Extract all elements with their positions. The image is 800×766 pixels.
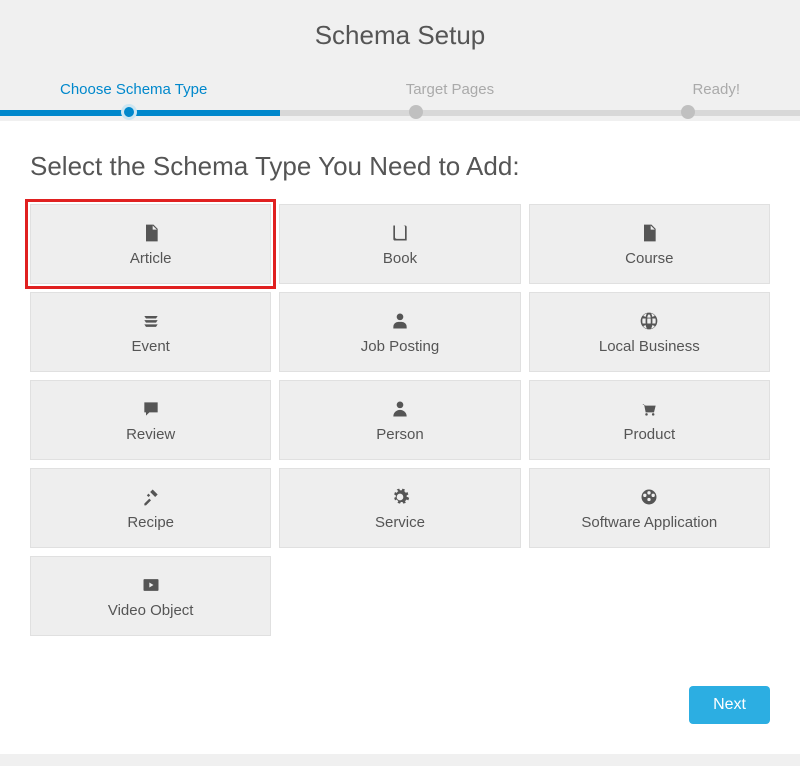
event-icon — [140, 310, 162, 332]
article-icon — [140, 222, 162, 244]
stepper: Choose Schema Type Target Pages Ready! — [0, 81, 800, 121]
tile-recipe[interactable]: Recipe — [30, 468, 271, 548]
tile-label: Local Business — [599, 338, 700, 355]
software-application-icon — [638, 486, 660, 508]
next-button[interactable]: Next — [689, 686, 770, 724]
product-icon — [638, 398, 660, 420]
course-icon — [638, 222, 660, 244]
tile-label: Service — [375, 514, 425, 531]
wizard-header: Schema Setup Choose Schema Type Target P… — [0, 0, 800, 121]
job-posting-icon — [389, 310, 411, 332]
tile-label: Video Object — [108, 602, 194, 619]
step-label-target-pages[interactable]: Target Pages — [406, 81, 494, 98]
schema-grid: Article Book Course Event — [30, 204, 770, 636]
service-icon — [389, 486, 411, 508]
step-progress-bar — [0, 110, 800, 116]
tile-label: Event — [131, 338, 169, 355]
tile-review[interactable]: Review — [30, 380, 271, 460]
tile-product[interactable]: Product — [529, 380, 770, 460]
tile-book[interactable]: Book — [279, 204, 520, 284]
local-business-icon — [638, 310, 660, 332]
tile-software-application[interactable]: Software Application — [529, 468, 770, 548]
tile-label: Person — [376, 426, 424, 443]
step-dot-3[interactable] — [681, 105, 695, 119]
tile-person[interactable]: Person — [279, 380, 520, 460]
schema-setup-wizard: Schema Setup Choose Schema Type Target P… — [0, 0, 800, 754]
book-icon — [389, 222, 411, 244]
tile-article[interactable]: Article — [30, 204, 271, 284]
step-label-ready[interactable]: Ready! — [692, 81, 740, 98]
person-icon — [389, 398, 411, 420]
tile-label: Job Posting — [361, 338, 439, 355]
tile-course[interactable]: Course — [529, 204, 770, 284]
step-dot-1[interactable] — [121, 104, 137, 120]
wizard-actions: Next — [0, 656, 800, 754]
tile-label: Review — [126, 426, 175, 443]
page-title: Schema Setup — [0, 20, 800, 51]
tile-label: Recipe — [127, 514, 174, 531]
tile-label: Software Application — [581, 514, 717, 531]
tile-label: Article — [130, 250, 172, 267]
tile-label: Book — [383, 250, 417, 267]
tile-local-business[interactable]: Local Business — [529, 292, 770, 372]
tile-job-posting[interactable]: Job Posting — [279, 292, 520, 372]
step-labels: Choose Schema Type Target Pages Ready! — [0, 81, 800, 98]
wizard-content: Select the Schema Type You Need to Add: … — [0, 121, 800, 656]
step-progress-active — [0, 110, 280, 116]
tile-service[interactable]: Service — [279, 468, 520, 548]
video-object-icon — [140, 574, 162, 596]
recipe-icon — [140, 486, 162, 508]
section-title: Select the Schema Type You Need to Add: — [30, 151, 770, 182]
review-icon — [140, 398, 162, 420]
tile-video-object[interactable]: Video Object — [30, 556, 271, 636]
tile-label: Product — [623, 426, 675, 443]
tile-label: Course — [625, 250, 673, 267]
step-label-choose-type[interactable]: Choose Schema Type — [60, 81, 207, 98]
tile-event[interactable]: Event — [30, 292, 271, 372]
step-dot-2[interactable] — [409, 105, 423, 119]
